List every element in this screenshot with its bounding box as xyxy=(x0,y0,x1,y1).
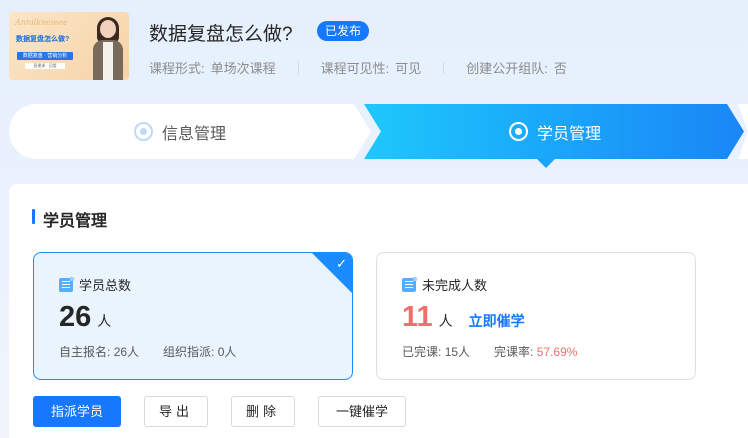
export-button[interactable]: 导出 xyxy=(144,396,208,427)
stat-label: 完课率: xyxy=(494,345,534,359)
step-info-management[interactable]: 信息管理 xyxy=(9,104,371,159)
card-total-students[interactable]: ✓ 学员总数 26 人 自主报名: 26人 组织指派: 0人 xyxy=(33,252,353,380)
stat-label: 已完课: xyxy=(402,345,442,359)
active-step-pointer-icon xyxy=(537,159,555,168)
action-buttons: 指派学员 导出 删除 一键催学 xyxy=(33,396,406,427)
step-label: 学员管理 xyxy=(537,125,602,143)
step-radio-icon xyxy=(134,122,153,141)
meta-value: 可见 xyxy=(395,61,422,76)
course-thumbnail: Annilkneieee 数据复盘怎么做? 数据复盘 · 营销分析 直播课 · … xyxy=(9,12,129,80)
card-label: 未完成人数 xyxy=(422,278,488,293)
count-unit: 人 xyxy=(97,313,112,329)
course-title: 数据复盘怎么做? xyxy=(149,24,293,45)
meta-divider xyxy=(443,61,445,74)
count-unit: 人 xyxy=(438,313,453,329)
assign-students-button[interactable]: 指派学员 xyxy=(33,396,121,427)
course-meta: 课程形式: 单场次课程 课程可见性: 可见 创建公开组队: 否 xyxy=(149,58,567,77)
stat-completed: 已完课: 15人 xyxy=(402,343,470,360)
card-label: 学员总数 xyxy=(79,278,132,293)
stat-value: 15人 xyxy=(444,345,471,359)
thumbnail-subtext: 直播课 · 回看 xyxy=(25,63,65,69)
stat-value: 0人 xyxy=(217,345,237,359)
meta-value: 单场次课程 xyxy=(210,61,276,76)
stat-completion-rate: 完课率: 57.69% xyxy=(494,343,577,360)
meta-label: 课程可见性: xyxy=(320,61,390,76)
thumbnail-tag: 数据复盘 · 营销分析 xyxy=(17,52,73,60)
meta-divider xyxy=(297,61,299,74)
meta-public-team: 创建公开组队: 否 xyxy=(466,58,567,77)
thumbnail-script-text: Annilkneieee xyxy=(15,18,68,27)
status-badge: 已发布 xyxy=(317,21,370,41)
step-next-partial[interactable] xyxy=(738,104,748,159)
stat-label: 组织指派: xyxy=(163,345,215,359)
stat-value: 26人 xyxy=(113,345,140,359)
check-icon: ✓ xyxy=(336,256,347,271)
document-list-icon xyxy=(59,276,74,292)
section-title: 学员管理 xyxy=(43,213,108,230)
section-accent-bar xyxy=(32,209,35,224)
step-label: 信息管理 xyxy=(162,125,227,143)
card-unfinished-students[interactable]: 未完成人数 11 人 立即催学 已完课: 15人 完课率: 57.69% xyxy=(376,252,696,380)
step-student-management[interactable]: 学员管理 xyxy=(364,104,744,168)
unfinished-count: 11 xyxy=(402,301,433,333)
meta-label: 课程形式: xyxy=(149,61,205,76)
presenter-image xyxy=(91,16,125,80)
delete-button[interactable]: 删除 xyxy=(231,396,295,427)
thumbnail-title: 数据复盘怎么做? xyxy=(16,36,70,43)
document-list-icon xyxy=(402,276,417,292)
student-management-panel: 学员管理 ✓ 学员总数 26 人 自主报名: 26人 组织指派: 0人 未完成人… xyxy=(9,184,748,438)
meta-value: 否 xyxy=(553,61,567,76)
stat-assigned: 组织指派: 0人 xyxy=(163,343,236,360)
stat-value: 57.69% xyxy=(536,345,578,359)
meta-label: 创建公开组队: xyxy=(466,61,548,76)
urge-now-link[interactable]: 立即催学 xyxy=(469,311,525,331)
urge-all-button[interactable]: 一键催学 xyxy=(318,396,406,427)
total-count: 26 xyxy=(59,301,92,333)
step-radio-icon xyxy=(509,122,528,141)
stat-label: 自主报名: xyxy=(59,345,111,359)
meta-course-format: 课程形式: 单场次课程 xyxy=(149,58,276,77)
meta-course-visibility: 课程可见性: 可见 xyxy=(321,58,422,77)
stat-self-enrolled: 自主报名: 26人 xyxy=(59,343,139,360)
